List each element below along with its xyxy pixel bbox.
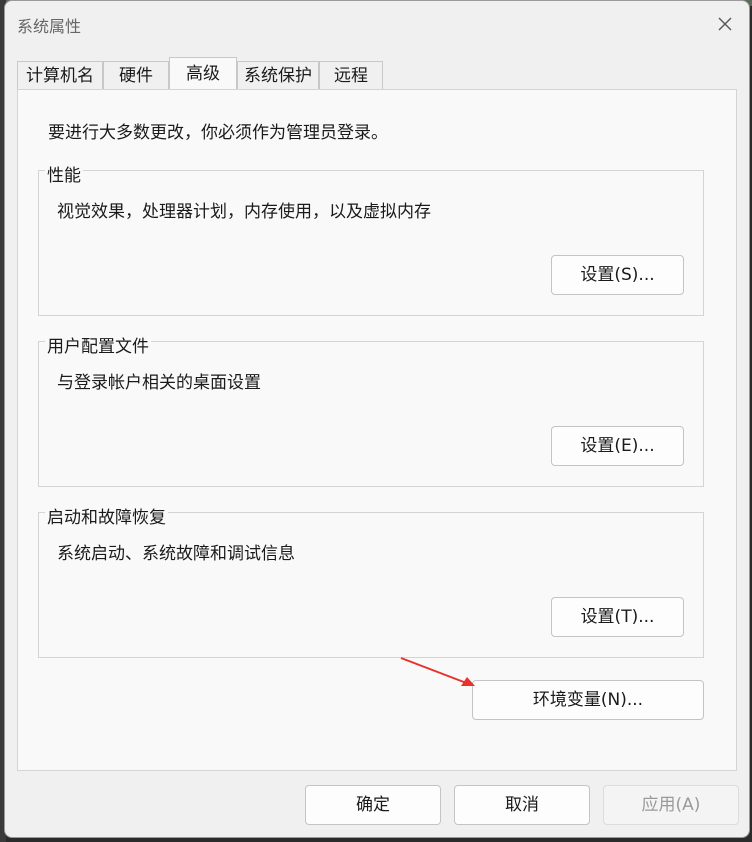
- close-button[interactable]: [711, 11, 739, 37]
- user-profiles-settings-button[interactable]: 设置(E)...: [551, 426, 684, 466]
- system-properties-dialog: 系统属性 计算机名 硬件 高级 系统保护 远程 要进行大多数更改，你必须作为管理…: [4, 0, 750, 838]
- performance-label: 性能: [45, 161, 83, 186]
- tab-advanced[interactable]: 高级: [169, 57, 237, 89]
- title-bar: 系统属性: [5, 1, 749, 47]
- startup-recovery-settings-button[interactable]: 设置(T)...: [551, 597, 684, 637]
- admin-notice: 要进行大多数更改，你必须作为管理员登录。: [48, 123, 388, 143]
- annotation-arrow-icon: [400, 657, 475, 686]
- performance-group: 性能 视觉效果，处理器计划，内存使用，以及虚拟内存 设置(S)...: [38, 161, 704, 316]
- performance-description: 视觉效果，处理器计划，内存使用，以及虚拟内存: [57, 202, 431, 222]
- tab-system-protection[interactable]: 系统保护: [237, 61, 319, 89]
- ok-button[interactable]: 确定: [305, 785, 441, 825]
- advanced-tab-panel: 要进行大多数更改，你必须作为管理员登录。 性能 视觉效果，处理器计划，内存使用，…: [17, 89, 737, 771]
- performance-settings-button[interactable]: 设置(S)...: [551, 255, 684, 295]
- cancel-button[interactable]: 取消: [454, 785, 590, 825]
- close-icon: [718, 17, 732, 31]
- tab-computer-name[interactable]: 计算机名: [17, 61, 103, 89]
- apply-button[interactable]: 应用(A): [603, 785, 739, 825]
- tab-remote[interactable]: 远程: [319, 61, 383, 89]
- window-title: 系统属性: [17, 17, 82, 36]
- startup-recovery-description: 系统启动、系统故障和调试信息: [57, 544, 295, 564]
- user-profiles-description: 与登录帐户相关的桌面设置: [57, 373, 261, 393]
- environment-variables-button[interactable]: 环境变量(N)...: [472, 680, 704, 720]
- startup-recovery-label: 启动和故障恢复: [45, 503, 168, 528]
- user-profiles-label: 用户配置文件: [45, 332, 151, 357]
- user-profiles-group: 用户配置文件 与登录帐户相关的桌面设置 设置(E)...: [38, 332, 704, 487]
- tab-hardware[interactable]: 硬件: [103, 61, 169, 89]
- startup-recovery-group: 启动和故障恢复 系统启动、系统故障和调试信息 设置(T)...: [38, 503, 704, 658]
